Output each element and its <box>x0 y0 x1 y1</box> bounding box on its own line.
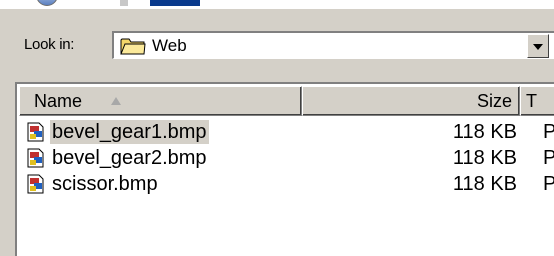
file-size: 118 KB <box>452 173 517 195</box>
file-size: 118 KB <box>452 121 517 143</box>
bitmap-file-icon <box>26 174 46 194</box>
column-header-size-label: Size <box>476 91 512 111</box>
sort-ascending-icon <box>111 97 121 105</box>
folder-icon <box>120 36 146 61</box>
column-header-name-label: Name <box>34 91 83 111</box>
look-in-value: Web <box>152 36 187 55</box>
file-type: P <box>543 147 554 169</box>
top-toolbar-strip <box>0 0 554 9</box>
back-icon[interactable] <box>36 0 58 6</box>
chevron-down-icon <box>533 44 543 50</box>
file-row[interactable]: bevel_gear1.bmp 118 KB P <box>19 119 554 145</box>
file-list[interactable]: Name Size T bevel_gear1.bmp 118 KB P bev… <box>15 82 554 256</box>
views-icon[interactable] <box>120 0 200 6</box>
column-header-name[interactable]: Name <box>19 86 302 116</box>
file-row[interactable]: bevel_gear2.bmp 118 KB P <box>19 145 554 171</box>
file-type: P <box>543 173 554 195</box>
file-name: bevel_gear2.bmp <box>52 147 207 169</box>
file-row[interactable]: scissor.bmp 118 KB P <box>19 171 554 197</box>
file-name: scissor.bmp <box>52 173 158 195</box>
look-in-combobox[interactable]: Web <box>112 31 554 59</box>
file-size: 118 KB <box>452 147 517 169</box>
column-header-type-label: T <box>526 91 537 111</box>
bitmap-file-icon <box>26 148 46 168</box>
column-header-size[interactable]: Size <box>302 86 520 116</box>
file-name: bevel_gear1.bmp <box>50 120 209 144</box>
column-header-type[interactable]: T <box>520 86 554 116</box>
file-type: P <box>543 121 554 143</box>
bitmap-file-icon <box>26 122 46 142</box>
look-in-label: Look in: <box>24 36 75 53</box>
look-in-dropdown-button[interactable] <box>527 34 549 58</box>
